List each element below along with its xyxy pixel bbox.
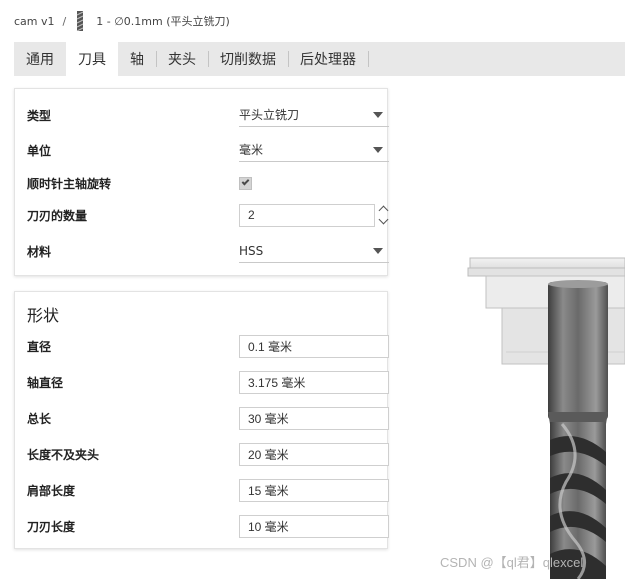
unit-label: 单位 xyxy=(27,143,52,158)
tab-divider xyxy=(368,51,369,67)
check-icon xyxy=(241,177,250,186)
flutes-input[interactable]: 2 xyxy=(239,203,375,227)
watermark: CSDN @【ql君】qlexcel xyxy=(440,555,584,570)
shape-title: 形状 xyxy=(27,306,60,325)
tab-general[interactable]: 通用 xyxy=(14,42,66,76)
length-below-holder-label: 长度不及夹头 xyxy=(27,447,100,462)
shaft-diameter-row: 轴直径 3.175 毫米 xyxy=(27,368,389,396)
length-below-holder-input[interactable]: 20 毫米 xyxy=(239,442,389,466)
breadcrumb-separator: / xyxy=(62,14,67,28)
shaft-diameter-input[interactable]: 3.175 毫米 xyxy=(239,370,389,394)
shoulder-length-row: 肩部长度 15 毫米 xyxy=(27,476,389,504)
chevron-down-icon xyxy=(373,248,383,254)
diameter-label: 直径 xyxy=(27,339,52,354)
overall-length-label: 总长 xyxy=(27,411,52,426)
chevron-down-icon[interactable] xyxy=(378,214,389,225)
material-select[interactable]: HSS xyxy=(239,239,389,263)
flute-length-label: 刀刃长度 xyxy=(27,519,76,534)
material-row: 材料 HSS xyxy=(27,237,389,265)
chevron-down-icon xyxy=(373,147,383,153)
breadcrumb-project[interactable]: cam v1 xyxy=(14,15,55,28)
tool-preview-image xyxy=(467,257,625,579)
flute-length-row: 刀刃长度 10 毫米 xyxy=(27,512,389,540)
unit-select[interactable]: 毫米 xyxy=(239,138,389,162)
type-select[interactable]: 平头立铣刀 xyxy=(239,103,389,127)
shaft-diameter-label: 轴直径 xyxy=(27,375,64,390)
tab-holder[interactable]: 夹头 xyxy=(156,42,208,76)
flute-length-input[interactable]: 10 毫米 xyxy=(239,514,389,538)
type-row: 类型 平头立铣刀 xyxy=(27,101,389,129)
overall-length-input[interactable]: 30 毫米 xyxy=(239,406,389,430)
clockwise-label: 顺时针主轴旋转 xyxy=(27,176,112,191)
clockwise-checkbox[interactable] xyxy=(239,176,252,190)
type-value: 平头立铣刀 xyxy=(239,108,300,122)
shoulder-length-label: 肩部长度 xyxy=(27,483,76,498)
cutter-properties-panel: 类型 平头立铣刀 单位 毫米 顺时针主轴旋转 刀刃的数量 2 材料 HSS xyxy=(14,88,389,276)
diameter-input[interactable]: 0.1 毫米 xyxy=(239,334,389,358)
unit-row: 单位 毫米 xyxy=(27,136,389,164)
breadcrumb: cam v1 / 1 - ∅0.1mm (平头立铣刀) xyxy=(14,10,230,32)
clockwise-row: 顺时针主轴旋转 xyxy=(27,169,375,197)
shoulder-length-input[interactable]: 15 毫米 xyxy=(239,478,389,502)
material-label: 材料 xyxy=(27,244,52,259)
tab-cutter[interactable]: 刀具 xyxy=(66,42,118,76)
tab-bar: 通用 刀具 轴 夹头 切削数据 后处理器 xyxy=(14,42,625,76)
flutes-stepper[interactable] xyxy=(378,204,389,226)
flutes-row: 刀刃的数量 2 xyxy=(27,201,389,229)
tab-cutting-data[interactable]: 切削数据 xyxy=(208,42,288,76)
breadcrumb-tool[interactable]: 1 - ∅0.1mm (平头立铣刀) xyxy=(96,13,230,29)
diameter-row: 直径 0.1 毫米 xyxy=(27,332,389,360)
chevron-down-icon xyxy=(373,112,383,118)
overall-length-row: 总长 30 毫米 xyxy=(27,404,389,432)
tab-shaft[interactable]: 轴 xyxy=(118,42,156,76)
type-label: 类型 xyxy=(27,108,52,123)
unit-value: 毫米 xyxy=(239,143,264,157)
material-value: HSS xyxy=(239,243,264,258)
end-mill-icon xyxy=(77,11,84,31)
flutes-label: 刀刃的数量 xyxy=(27,208,88,223)
tab-post-processor[interactable]: 后处理器 xyxy=(288,42,368,76)
shape-panel: 形状 直径 0.1 毫米 轴直径 3.175 毫米 总长 30 毫米 长度不及夹… xyxy=(14,291,389,549)
length-below-holder-row: 长度不及夹头 20 毫米 xyxy=(27,440,389,468)
